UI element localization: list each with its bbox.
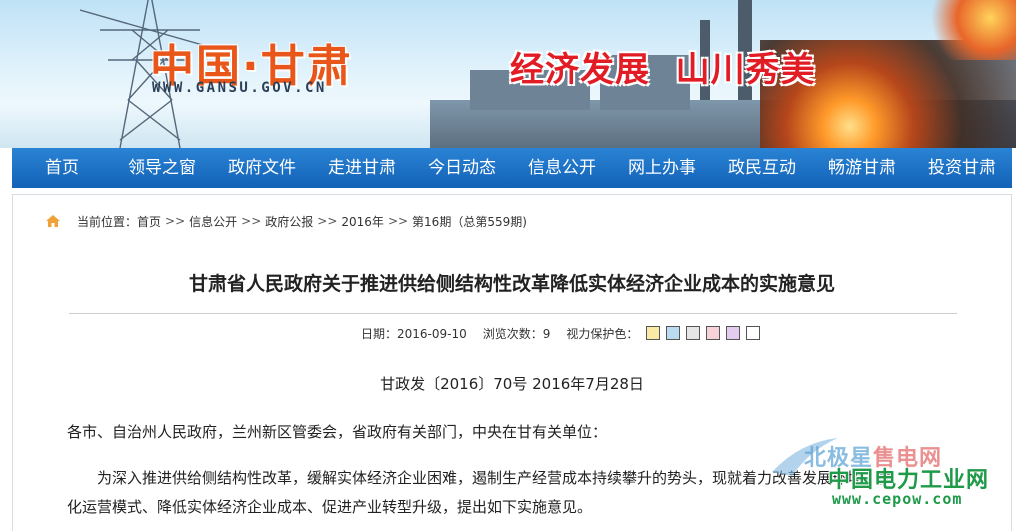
eye-care-swatch-purple[interactable]: [726, 326, 741, 340]
eye-care-swatch-yellow[interactable]: [646, 326, 661, 340]
nav-online-services[interactable]: 网上办事: [612, 148, 712, 188]
article-meta: 日期：2016-09-10 浏览次数：9 视力保护色：: [361, 324, 766, 342]
breadcrumb-year[interactable]: 2016年: [341, 213, 384, 230]
breadcrumb-separator: >>: [165, 214, 186, 228]
nav-tourism[interactable]: 畅游甘肃: [812, 148, 912, 188]
article-addressee: 各市、自治州人民政府，兰州新区管委会，省政府有关部门，中央在甘有关单位：: [67, 423, 608, 441]
header-banner: 中国·甘肃 WWW.GANSU.GOV.CN 经济发展 山川秀美: [0, 0, 1016, 148]
breadcrumb-home[interactable]: 首页: [137, 213, 161, 230]
nav-info-disclosure[interactable]: 信息公开: [512, 148, 612, 188]
nav-about-gansu[interactable]: 走进甘肃: [312, 148, 412, 188]
site-watermark: 北极星售电网 中国电力工业网 www.cepow.com: [770, 432, 1016, 530]
eye-care-label: 视力保护色：: [566, 326, 639, 341]
watermark-url: www.cepow.com: [832, 490, 963, 508]
nav-leaders[interactable]: 领导之窗: [112, 148, 212, 188]
eye-care-swatches: [646, 326, 766, 340]
site-url: WWW.GANSU.GOV.CN: [152, 80, 327, 96]
breadcrumb-prefix: 当前位置：: [77, 214, 138, 229]
nav-investment[interactable]: 投资甘肃: [912, 148, 1012, 188]
nav-gov-documents[interactable]: 政府文件: [212, 148, 312, 188]
eye-care-swatch-blue[interactable]: [666, 326, 681, 340]
nav-home[interactable]: 首页: [12, 148, 112, 188]
home-icon: [46, 215, 60, 227]
article-date: 日期：2016-09-10: [361, 326, 467, 341]
breadcrumb-gov-gazette[interactable]: 政府公报: [265, 213, 313, 230]
article-views: 浏览次数：9: [482, 326, 551, 341]
nav-today-news[interactable]: 今日动态: [412, 148, 512, 188]
breadcrumb-info-disclosure[interactable]: 信息公开: [189, 213, 237, 230]
nav-interaction[interactable]: 政民互动: [712, 148, 812, 188]
breadcrumb-separator: >>: [241, 214, 262, 228]
article-title: 甘肃省人民政府关于推进供给侧结构性改革降低实体经济企业成本的实施意见: [188, 273, 835, 295]
main-nav: 首页 领导之窗 政府文件 走进甘肃 今日动态 信息公开 网上办事 政民互动 畅游…: [12, 148, 1012, 188]
banner-slogan: 经济发展 山川秀美: [510, 50, 816, 90]
eye-care-swatch-pink[interactable]: [706, 326, 721, 340]
breadcrumb: 当前位置： 首页 >> 信息公开 >> 政府公报 >> 2016年 >> 第16…: [45, 211, 527, 231]
eye-care-swatch-white[interactable]: [746, 326, 761, 340]
title-divider: [69, 313, 957, 314]
breadcrumb-issue[interactable]: 第16期（总第559期): [412, 213, 527, 230]
eye-care-swatch-gray[interactable]: [686, 326, 701, 340]
breadcrumb-separator: >>: [317, 214, 338, 228]
breadcrumb-separator: >>: [387, 214, 409, 228]
article-paragraph-line: 化运营模式、降低实体经济企业成本、促进产业转型升级，提出如下实施意见。: [67, 498, 593, 516]
document-number: 甘政发〔2016〕70号 2016年7月28日: [380, 375, 644, 393]
